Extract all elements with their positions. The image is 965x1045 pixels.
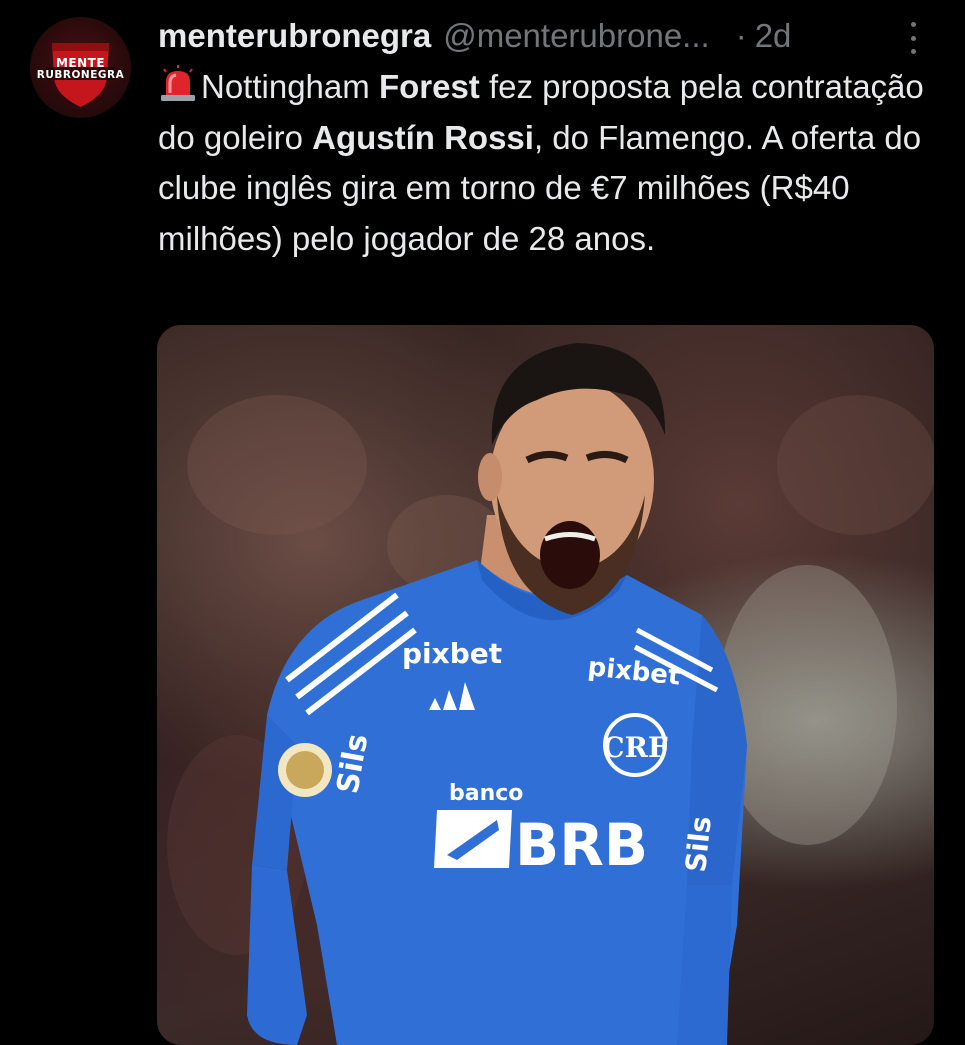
profile-avatar[interactable]: MENTE RUBRONEGRA [30, 17, 131, 118]
sponsor-banco-label: banco [449, 781, 523, 806]
league-badge-icon [278, 743, 332, 797]
police-siren-icon [161, 65, 195, 101]
goalkeeper-photo: CRF pixbet pixbet banco BRB Sils Sils [167, 343, 934, 1045]
tweet-photo[interactable]: CRF pixbet pixbet banco BRB Sils Sils [157, 325, 934, 1045]
text-part: Nottingham [201, 68, 379, 105]
tweet-header: menterubronegra @menterubrone... · 2d [158, 14, 928, 58]
more-dot [910, 22, 916, 27]
user-handle[interactable]: @menterubrone... [443, 17, 709, 55]
avatar-text-line1: MENTE [55, 56, 106, 70]
text-bold-player: Agustín Rossi [312, 118, 534, 156]
more-dot [910, 35, 916, 41]
avatar-text-line2: RUBRONEGRA [36, 69, 125, 81]
more-dot [910, 49, 916, 54]
sponsor-pixbet-left: pixbet [402, 637, 502, 670]
tweet-text: Nottingham Forest fez proposta pela cont… [158, 62, 948, 264]
separator-dot: · [735, 17, 747, 54]
more-options-icon[interactable] [905, 22, 921, 54]
sleeve-sponsor-right: Sils [679, 815, 718, 874]
crest-text: CRF [602, 731, 668, 764]
sponsor-brb-name: BRB [515, 811, 648, 879]
text-bold-forest: Forest [378, 68, 480, 105]
display-name[interactable]: menterubronegra [158, 17, 431, 55]
timestamp[interactable]: 2d [755, 17, 792, 55]
